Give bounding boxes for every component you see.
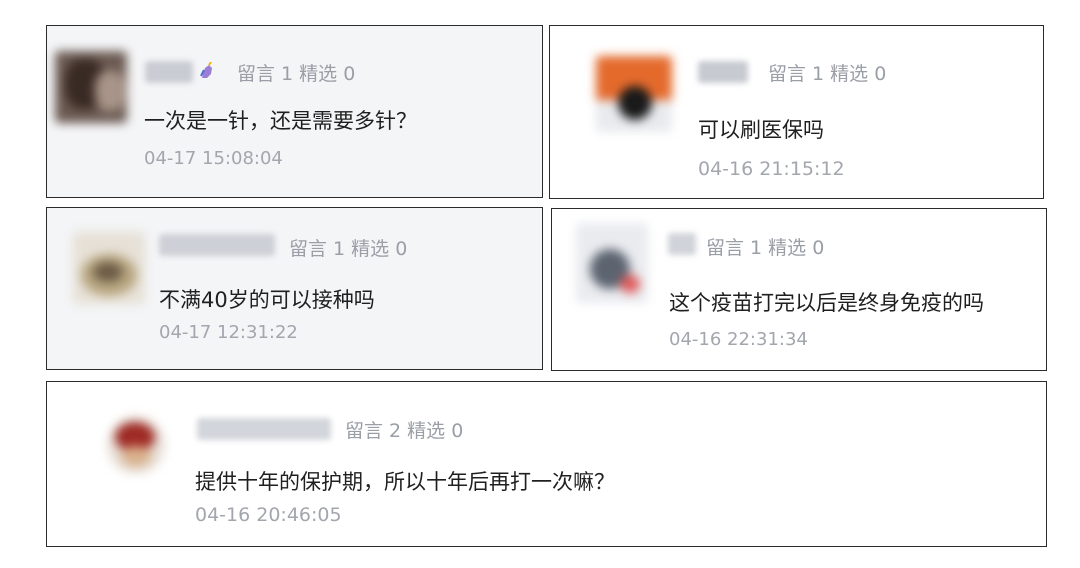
avatar[interactable]: [576, 223, 648, 303]
comment-card: 留言 1 精选 0 不满40岁的可以接种吗 04-17 12:31:22: [46, 207, 543, 370]
comment-meta: 留言 1 精选 0: [706, 237, 825, 259]
comment-text: 这个疫苗打完以后是终身免疫的吗: [669, 291, 984, 315]
comment-text: 不满40岁的可以接种吗: [159, 288, 375, 312]
comment-text: 一次是一针，还是需要多针？: [144, 109, 417, 133]
unicorn-emoji-icon: [200, 62, 212, 78]
comment-time: 04-17 12:31:22: [159, 322, 298, 343]
avatar[interactable]: [73, 232, 145, 304]
comment-card: 留言 1 精选 0 这个疫苗打完以后是终身免疫的吗 04-16 22:31:34: [551, 208, 1047, 371]
comment-time: 04-17 15:08:04: [144, 148, 283, 169]
comment-text: 可以刷医保吗: [698, 118, 824, 142]
comment-time: 04-16 20:46:05: [195, 504, 342, 526]
username-blurred[interactable]: [698, 61, 748, 83]
comment-time: 04-16 21:15:12: [698, 158, 845, 180]
avatar[interactable]: [596, 56, 672, 132]
comment-meta: 留言 1 精选 0: [768, 63, 887, 85]
comment-time: 04-16 22:31:34: [669, 329, 808, 350]
username-blurred[interactable]: [197, 418, 331, 440]
avatar[interactable]: [107, 416, 165, 474]
comment-meta: 留言 2 精选 0: [345, 420, 464, 442]
comment-card: 留言 1 精选 0 一次是一针，还是需要多针？ 04-17 15:08:04: [46, 25, 543, 198]
username-blurred[interactable]: [159, 234, 275, 256]
comment-meta: 留言 1 精选 0: [289, 238, 408, 260]
comment-card: 留言 2 精选 0 提供十年的保护期，所以十年后再打一次嘛？ 04-16 20:…: [46, 381, 1047, 547]
comment-text: 提供十年的保护期，所以十年后再打一次嘛？: [195, 470, 615, 494]
comment-card: 留言 1 精选 0 可以刷医保吗 04-16 21:15:12: [549, 25, 1044, 199]
username-blurred[interactable]: [145, 61, 193, 83]
avatar[interactable]: [55, 51, 127, 123]
comment-meta: 留言 1 精选 0: [237, 63, 356, 85]
username-blurred[interactable]: [668, 233, 696, 255]
